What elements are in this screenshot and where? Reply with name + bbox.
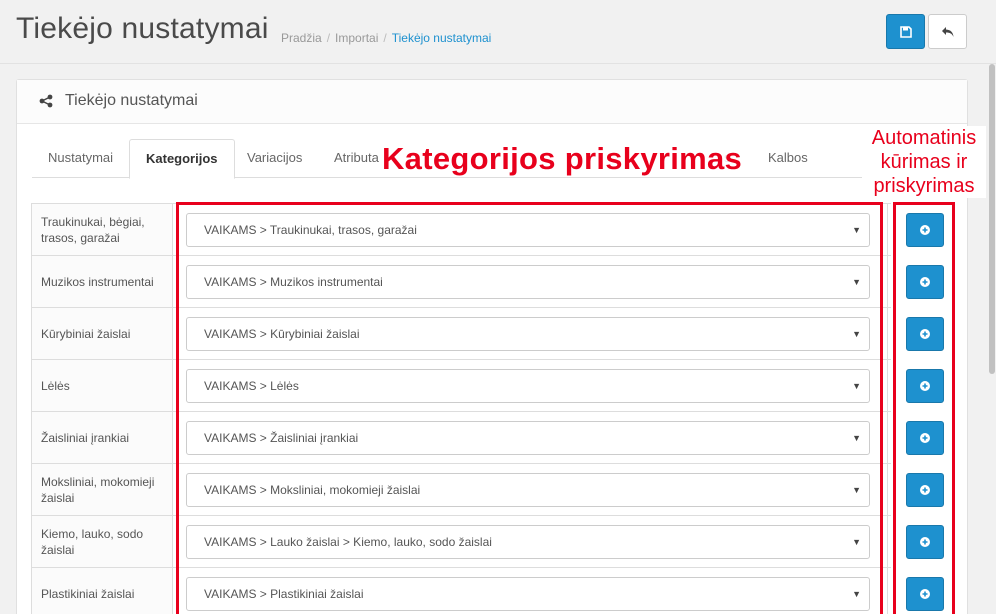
row-label: Žaisliniai įrankiai xyxy=(31,412,173,464)
panel-title: Tiekėjo nustatymai xyxy=(65,92,198,109)
back-button[interactable] xyxy=(928,14,967,49)
page-title: Tiekėjo nustatymai xyxy=(16,12,269,45)
tab-nustatymai[interactable]: Nustatymai xyxy=(32,139,129,178)
tab-variacijos[interactable]: Variacijos xyxy=(231,139,318,178)
annotation-box-auto xyxy=(893,202,955,614)
breadcrumb-imports[interactable]: Importai xyxy=(335,31,378,45)
row-label: Traukinukai, bėgiai, trasos, garažai xyxy=(31,204,173,256)
row-label: Kiemo, lauko, sodo žaislai xyxy=(31,516,173,568)
annotation-label-auto: Automatinis kūrimas ir priskyrimas xyxy=(862,126,986,198)
row-label: Plastikiniai žaislai xyxy=(31,568,173,614)
row-label: Lėlės xyxy=(31,360,173,412)
save-icon xyxy=(899,25,912,38)
save-button[interactable] xyxy=(886,14,925,49)
scrollbar-thumb[interactable] xyxy=(989,64,995,374)
row-label: Kūrybiniai žaislai xyxy=(31,308,173,360)
row-label: Moksliniai, mokomieji žaislai xyxy=(31,464,173,516)
tab-kategorijos[interactable]: Kategorijos xyxy=(129,139,235,179)
breadcrumb-home[interactable]: Pradžia xyxy=(281,31,322,45)
tab-kalbos[interactable]: Kalbos xyxy=(752,139,824,178)
annotation-box-category xyxy=(176,202,883,614)
breadcrumb-current[interactable]: Tiekėjo nustatymai xyxy=(392,31,492,45)
annotation-label-category: Kategorijos priskyrimas xyxy=(382,141,743,177)
panel-heading: Tiekėjo nustatymai xyxy=(17,80,967,124)
page-header: Tiekėjo nustatymai Pradžia / Importai / Tiek… xyxy=(0,0,996,64)
breadcrumb: Pradžia / Importai / Tiekėjo nustatymai xyxy=(281,31,492,45)
reply-icon xyxy=(941,26,953,37)
row-label: Muzikos instrumentai xyxy=(31,256,173,308)
share-icon xyxy=(39,94,53,108)
